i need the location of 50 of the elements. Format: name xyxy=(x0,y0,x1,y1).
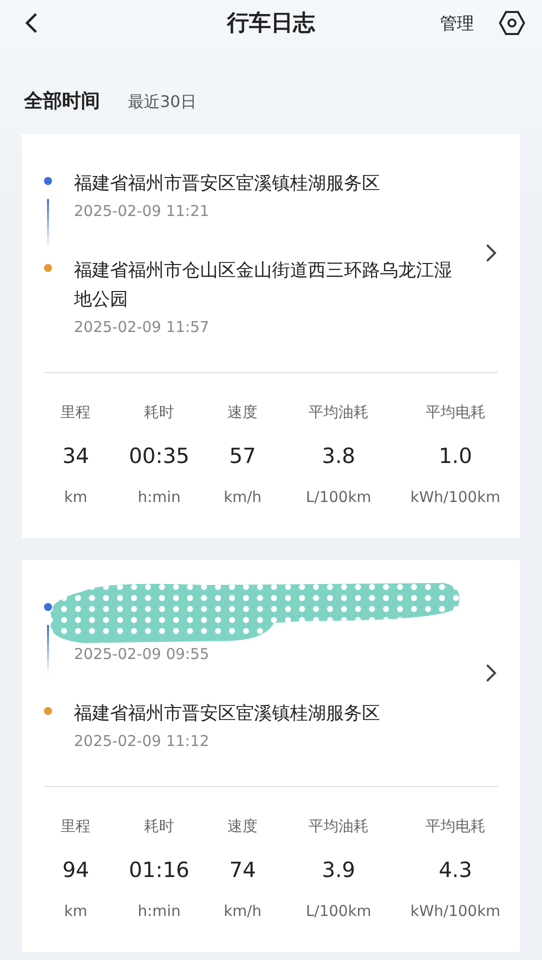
stat-label: 平均油耗 xyxy=(308,403,370,422)
period-label: 最近30日 xyxy=(128,92,196,113)
stat-label: 耗时 xyxy=(143,403,176,422)
stop-dot xyxy=(44,603,52,611)
settings-icon[interactable] xyxy=(498,9,526,37)
stat-label: 耗时 xyxy=(143,817,176,836)
manage-button[interactable]: 管理 xyxy=(440,12,474,34)
stop-time: 2025-02-09 09:55 xyxy=(74,645,210,663)
stop-address: 福建省福州市仓山区金山街道西三环路乌龙江湿地公园 xyxy=(74,259,453,312)
stat-value: 34 xyxy=(61,444,90,468)
stat-unit: km xyxy=(63,902,88,920)
stat-value: 57 xyxy=(228,444,257,468)
stat-value: 74 xyxy=(228,858,257,882)
stop-time: 2025-02-09 11:21 xyxy=(74,202,210,220)
stop-address: 福建省福州市晋安区宦溪镇桂湖服务区 xyxy=(74,172,381,196)
chevron-icon[interactable] xyxy=(484,662,498,682)
stat-label: 平均油耗 xyxy=(308,817,370,836)
stop-dot xyxy=(44,707,52,715)
stop-dot xyxy=(44,264,52,272)
stop-dot xyxy=(44,177,52,185)
stat-unit: km xyxy=(63,488,88,506)
stat-unit: kWh/100km xyxy=(409,902,502,920)
page-title: 行车日志 xyxy=(227,11,315,36)
stat-label: 里程 xyxy=(60,403,92,422)
stat-unit: L/100km xyxy=(304,488,372,506)
stat-unit: km/h xyxy=(222,902,263,920)
stat-unit: L/100km xyxy=(304,902,372,920)
stat-value: 4.3 xyxy=(438,858,474,882)
stat-value: 3.9 xyxy=(320,858,356,882)
stat-unit: kWh/100km xyxy=(409,488,502,506)
stat-label: 速度 xyxy=(226,817,259,836)
stat-value: 00:35 xyxy=(128,444,190,468)
stat-label: 速度 xyxy=(226,403,259,422)
time-range-filter[interactable]: 全部时间 xyxy=(24,88,100,114)
stat-unit: km/h xyxy=(222,488,263,506)
stat-label: 里程 xyxy=(60,817,92,836)
trip-card[interactable]: 2025-02-09 09:55 福建省福州市晋安区宦溪镇桂湖服务区 2025-02-09 11:12 里程 94 km 耗时 01:16 h:min 速度 74 km/h 平均油耗 3.9 L/100km 平均电耗 4.3 kWh/100km xyxy=(22,560,520,952)
stat-unit: h:min xyxy=(136,488,182,506)
stat-value: 94 xyxy=(61,858,90,882)
chevron-icon[interactable] xyxy=(484,242,498,262)
stat-unit: h:min xyxy=(136,902,182,920)
stop-time: 2025-02-09 11:12 xyxy=(74,732,210,750)
stat-value: 3.8 xyxy=(320,444,356,468)
stat-label: 平均电耗 xyxy=(424,817,486,836)
stat-value: 01:16 xyxy=(128,858,190,882)
trip-card[interactable]: 福建省福州市晋安区宦溪镇桂湖服务区 2025-02-09 11:21 福建省福州市仓山区金山街道西三环路乌龙江湿地公园 2025-02-09 11:57 里程 34 km 耗时 00:35 h:min 速度 57 km/h 平均油耗 3.8 L/100km 平均电耗 1.0 kWh/100km xyxy=(22,134,520,538)
stat-label: 平均电耗 xyxy=(424,403,486,422)
stop-address: 福建省福州市晋安区宦溪镇桂湖服务区 xyxy=(74,702,381,726)
stat-value: 1.0 xyxy=(438,444,474,468)
stop-time: 2025-02-09 11:57 xyxy=(74,318,210,336)
